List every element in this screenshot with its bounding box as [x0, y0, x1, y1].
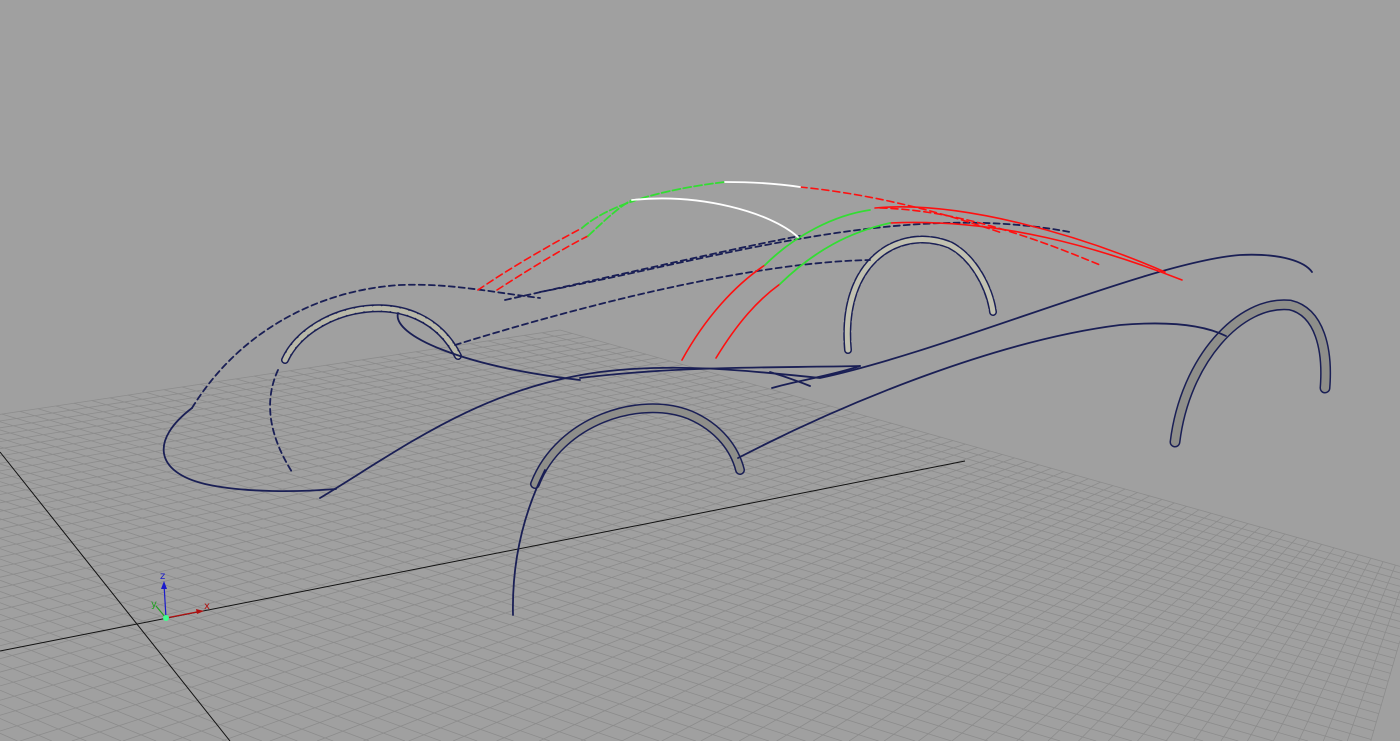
- car-curves: [164, 182, 1326, 615]
- grid-line: [662, 493, 1138, 741]
- windshield-base-curve-2[interactable]: [497, 236, 588, 290]
- grid-line: [0, 638, 262, 741]
- a-pillar-green-2[interactable]: [780, 223, 890, 284]
- grid-line: [0, 430, 916, 686]
- grid-line: [1247, 555, 1358, 741]
- grid-line: [222, 458, 1015, 741]
- cross-curve[interactable]: [770, 366, 860, 388]
- grid-line: [362, 360, 1399, 644]
- roof-top-white-1[interactable]: [725, 182, 800, 187]
- z-axis-label: z: [160, 571, 165, 582]
- windshield-base-curve-1[interactable]: [478, 228, 582, 290]
- rear-wheel-arch-fill: [1175, 305, 1326, 442]
- grid-line: [849, 510, 1199, 741]
- grid-line: [146, 392, 1371, 739]
- grid-line: [0, 677, 156, 741]
- a-pillar-green-1[interactable]: [765, 210, 870, 265]
- grid-line: [236, 379, 1384, 697]
- grid-line: [0, 340, 597, 434]
- grid-line: [1138, 541, 1310, 741]
- grid-line: [813, 506, 1186, 741]
- a-pillar-curve-2[interactable]: [716, 284, 780, 358]
- grid-line: [0, 690, 121, 741]
- belt-line-curve[interactable]: [455, 260, 870, 345]
- grid-line: [0, 509, 696, 741]
- grid-line: [344, 363, 1397, 651]
- 3d-viewport[interactable]: x y z: [0, 0, 1400, 741]
- x-axis-label: x: [204, 601, 210, 612]
- front-inner-arch-band[interactable]: [285, 308, 458, 360]
- roof-top-white-2[interactable]: [632, 199, 798, 237]
- grid-line: [218, 382, 1381, 706]
- grid-line: [1048, 531, 1273, 741]
- x-axis-arrow: [166, 611, 202, 618]
- grid-line: [0, 704, 86, 741]
- rear-deck-curve[interactable]: [890, 222, 1182, 280]
- axis-indicator: x y z: [151, 571, 210, 621]
- z-axis-arrow: [164, 584, 166, 618]
- origin-icon: [163, 615, 169, 621]
- viewport-canvas[interactable]: x y z: [0, 0, 1400, 741]
- grid-line: [0, 423, 892, 658]
- grid-line: [506, 338, 1400, 586]
- x-axis-line: [0, 461, 965, 651]
- grid-line: [0, 539, 586, 741]
- y-axis-label: y: [151, 599, 157, 610]
- grid-line: [453, 475, 1076, 741]
- grid-line: [0, 719, 52, 741]
- x-arrowhead-icon: [196, 609, 204, 614]
- grid-line: [0, 354, 646, 463]
- grid-line: [1166, 544, 1322, 741]
- y-axis-line: [0, 452, 230, 741]
- grid-line: [701, 496, 1150, 741]
- grid-line: [0, 733, 18, 741]
- grid-line: [1323, 565, 1395, 741]
- grid-line: [0, 614, 333, 741]
- grid-line: [470, 344, 1400, 600]
- grid-line: [0, 434, 929, 701]
